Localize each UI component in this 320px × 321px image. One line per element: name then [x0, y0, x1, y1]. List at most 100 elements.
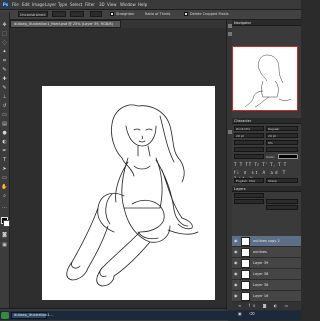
- crop-icon[interactable]: ⌗: [1, 58, 8, 65]
- antialias-field[interactable]: Sharp: [266, 178, 298, 183]
- background-color-swatch[interactable]: [3, 220, 10, 227]
- lasso-tool-icon[interactable]: ◌: [1, 40, 8, 47]
- layer-filter-field[interactable]: [234, 193, 264, 198]
- history-brush-icon[interactable]: ↺: [1, 103, 8, 110]
- dodge-icon[interactable]: ◐: [1, 139, 8, 146]
- visibility-eye-icon[interactable]: ◉: [234, 250, 238, 254]
- layer-thumbnail: [241, 270, 250, 279]
- clear-button[interactable]: [90, 11, 102, 17]
- layer-name: outlines: [253, 250, 267, 254]
- color-label: Color:: [266, 155, 275, 159]
- layer-thumbnail: [241, 292, 250, 301]
- visibility-eye-icon[interactable]: ◉: [234, 261, 238, 265]
- tools-panel: ✥ ⬚ ◌ ✦ ⌗ ✎ ✚ ✎ ⊥ ↺ ▭ ▤ ● ◐ ✒ T ➤ ▭ ✋ ⌕ …: [0, 12, 10, 312]
- width-field[interactable]: [52, 11, 66, 17]
- layers-panel-title[interactable]: Layers: [232, 186, 301, 192]
- visibility-eye-icon[interactable]: ◉: [234, 239, 238, 243]
- menu-layer[interactable]: Layer: [45, 2, 56, 7]
- layer-name: Layer 16: [253, 294, 269, 298]
- leading-field[interactable]: 29 pt: [266, 133, 298, 138]
- character-panel-title[interactable]: Character: [232, 118, 301, 124]
- hand-icon[interactable]: ✋: [1, 184, 8, 191]
- healing-brush-icon[interactable]: ✚: [1, 76, 8, 83]
- navigator-thumbnail: [244, 54, 292, 108]
- horizontal-scale-field[interactable]: [266, 147, 298, 152]
- stamp-icon[interactable]: ⊥: [1, 94, 8, 101]
- navigator-preview[interactable]: [232, 46, 298, 111]
- layer-thumbnail: [241, 248, 250, 257]
- menu-type[interactable]: Type: [58, 2, 67, 7]
- navigator-panel-title[interactable]: Navigator: [232, 20, 301, 26]
- visibility-eye-icon[interactable]: ◉: [234, 283, 238, 287]
- photoshop-logo: Ps: [2, 1, 9, 8]
- marquee-tool-icon[interactable]: ⬚: [1, 31, 8, 38]
- brush-icon[interactable]: ✎: [1, 85, 8, 92]
- font-style-field[interactable]: Regular: [266, 126, 298, 131]
- straighten-checkbox[interactable]: [110, 12, 114, 16]
- layer-row[interactable]: ◉ Layer 38: [232, 269, 301, 280]
- layer-row[interactable]: ◉ Layer 39: [232, 258, 301, 269]
- layer-row[interactable]: ◉ Layer 16: [232, 291, 301, 302]
- options-bar: ⌗ Unconstrained Straighten Ratio of Thir…: [0, 10, 301, 20]
- menu-image[interactable]: Image: [32, 2, 45, 7]
- shape-icon[interactable]: ▭: [1, 175, 8, 182]
- baseline-field[interactable]: [234, 154, 264, 159]
- eyedropper-icon[interactable]: ✎: [1, 67, 8, 74]
- text-style-buttons[interactable]: T T TT Tr T' T, T T: [234, 162, 298, 168]
- layer-row[interactable]: ◉ Layer 36: [232, 280, 301, 291]
- layer-row[interactable]: ◉ outlines copy 2: [232, 236, 301, 247]
- layers-footer-buttons[interactable]: ∞ fx ◙ ◐ ▭ ▣ ⌫: [232, 302, 301, 316]
- tracking-field[interactable]: 0%: [266, 140, 298, 145]
- pen-icon[interactable]: ✒: [1, 148, 8, 155]
- menu-view[interactable]: View: [107, 2, 117, 7]
- document-tab[interactable]: dubsep_illustration1_fixed.psd @ 25% (La…: [10, 20, 121, 28]
- opentype-buttons[interactable]: fi σ st A ad T 1st ½: [234, 170, 298, 181]
- layer-row[interactable]: ◉ outlines: [232, 247, 301, 258]
- language-field[interactable]: English: USA: [234, 178, 264, 183]
- menu-select[interactable]: Select: [70, 2, 82, 7]
- menu-bar: Ps File Edit Image Layer Type Select Fil…: [0, 0, 301, 10]
- delete-cropped-checkbox[interactable]: [184, 12, 188, 16]
- move-tool-icon[interactable]: ✥: [1, 22, 8, 29]
- layer-name: outlines copy 2: [253, 239, 280, 243]
- path-select-icon[interactable]: ➤: [1, 166, 8, 173]
- blur-icon[interactable]: ●: [1, 130, 8, 137]
- menu-help[interactable]: Help: [138, 2, 147, 7]
- opacity-field[interactable]: [266, 199, 298, 204]
- menu-file[interactable]: File: [12, 2, 19, 7]
- quick-mask-icon[interactable]: ◙: [1, 232, 8, 239]
- document-canvas[interactable]: [42, 86, 215, 300]
- ratio-dropdown[interactable]: Unconstrained: [18, 11, 48, 17]
- vertical-scale-field[interactable]: [234, 147, 264, 152]
- delete-cropped-label: Delete Cropped Pixels: [190, 12, 229, 16]
- layer-name: Layer 39: [253, 261, 269, 265]
- taskbar-photoshop-item[interactable]: dubsep_illustration1...: [11, 312, 53, 319]
- fill-field[interactable]: [266, 205, 298, 210]
- view-label: Ratio of Thirds: [145, 12, 171, 16]
- magic-wand-icon[interactable]: ✦: [1, 49, 8, 56]
- zoom-icon[interactable]: ⌕: [1, 193, 8, 200]
- menu-window[interactable]: Window: [120, 2, 136, 7]
- kerning-field[interactable]: [234, 140, 264, 145]
- screen-mode-icon[interactable]: ▣: [1, 242, 8, 249]
- menu-edit[interactable]: Edit: [22, 2, 30, 7]
- layer-thumbnail: [241, 281, 250, 290]
- layer-name: Layer 38: [253, 272, 269, 276]
- eraser-icon[interactable]: ▭: [1, 112, 8, 119]
- font-family-field[interactable]: Zonbi Pro: [234, 126, 264, 131]
- font-size-field[interactable]: 29 pt: [234, 133, 264, 138]
- blend-mode-field[interactable]: [234, 199, 264, 204]
- type-icon[interactable]: T: [1, 157, 8, 164]
- visibility-eye-icon[interactable]: ◉: [234, 272, 238, 276]
- line-art-illustration: [66, 104, 199, 287]
- start-icon[interactable]: [1, 312, 9, 319]
- height-field[interactable]: [70, 11, 84, 17]
- layer-thumbnail: [241, 237, 250, 246]
- text-color-swatch[interactable]: [278, 154, 298, 159]
- gradient-icon[interactable]: ▤: [1, 121, 8, 128]
- visibility-eye-icon[interactable]: ◉: [234, 294, 238, 298]
- straighten-label: Straighten: [116, 12, 135, 16]
- menu-3d[interactable]: 3D: [99, 2, 105, 7]
- menu-filter[interactable]: Filter: [85, 2, 95, 7]
- more-tools-icon[interactable]: …: [1, 204, 8, 211]
